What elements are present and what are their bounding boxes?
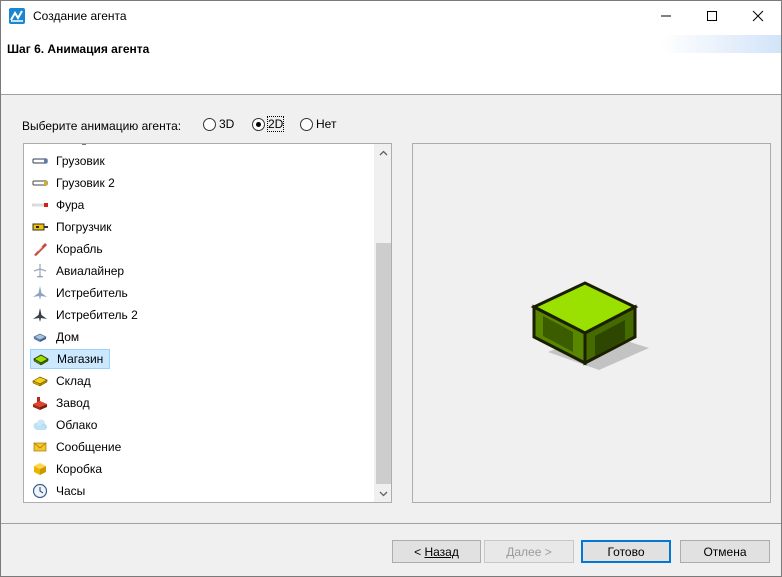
partial-item-icon <box>82 144 86 145</box>
wizard-header: Шаг 6. Анимация агента <box>1 31 781 95</box>
forklift-icon <box>32 219 48 235</box>
list-item-message[interactable]: Сообщение <box>30 437 127 457</box>
animation-preview <box>412 143 771 503</box>
warehouse-icon <box>32 373 48 389</box>
list-item-store[interactable]: Магазин <box>30 349 111 369</box>
next-button[interactable]: Далее > <box>484 540 574 563</box>
cancel-button-label: Отмена <box>703 544 747 559</box>
list-item-box[interactable]: Коробка <box>30 459 108 479</box>
clock-icon <box>32 483 48 499</box>
list-item-label: Истребитель <box>56 286 128 300</box>
animation-choice-label: Выберите анимацию агента: <box>22 119 182 133</box>
app-logo-icon <box>9 8 25 24</box>
radio-2d-label: 2D <box>266 116 285 132</box>
scroll-up-button[interactable] <box>375 144 391 161</box>
list-scrollbar[interactable] <box>374 144 391 502</box>
list-item-house[interactable]: Дом <box>30 327 85 347</box>
agent-animation-list[interactable]: Грузовик Грузовик 2 Фура Погрузчик Кораб… <box>23 143 392 503</box>
dialog-window: Создание агента Шаг 6. Анимация агента В… <box>0 0 782 577</box>
cancel-button[interactable]: Отмена <box>680 540 770 563</box>
radio-2d[interactable]: 2D <box>252 116 285 132</box>
scroll-thumb[interactable] <box>376 243 391 484</box>
box-icon <box>32 461 48 477</box>
back-button-prefix: < <box>414 544 425 559</box>
chevron-up-icon <box>379 150 388 155</box>
back-button-label: Назад <box>424 544 459 559</box>
message-icon <box>32 439 48 455</box>
airliner-icon <box>32 263 48 279</box>
maximize-button[interactable] <box>689 1 735 31</box>
title-bar: Создание агента <box>1 1 781 31</box>
window-title: Создание агента <box>33 9 127 23</box>
minimize-button[interactable] <box>643 1 689 31</box>
next-button-label: Далее > <box>506 544 552 559</box>
finish-button-label: Готово <box>607 544 645 559</box>
list-item-truck[interactable]: Грузовик <box>30 151 111 171</box>
list-item-label: Грузовик <box>56 154 105 168</box>
scroll-down-button[interactable] <box>375 485 391 502</box>
finish-button[interactable]: Готово <box>581 540 671 563</box>
back-button[interactable]: < Назад <box>392 540 481 563</box>
radio-3d[interactable]: 3D <box>203 117 234 131</box>
trailer-truck-icon <box>32 197 48 213</box>
list-item-label: Сообщение <box>56 440 122 454</box>
step-title: Шаг 6. Анимация агента <box>7 42 150 56</box>
radio-3d-label: 3D <box>219 117 235 131</box>
list-item-label: Часы <box>56 484 86 498</box>
list-item-cloud[interactable]: Облако <box>30 415 103 435</box>
list-item-label: Авиалайнер <box>56 264 125 278</box>
factory-icon <box>32 395 48 411</box>
list-item-label: Склад <box>56 374 91 388</box>
list-item-factory[interactable]: Завод <box>30 393 96 413</box>
radio-none-label: Нет <box>316 117 337 131</box>
list-item-label: Погрузчик <box>56 220 112 234</box>
list-item-clock[interactable]: Часы <box>30 481 91 501</box>
chevron-down-icon <box>379 491 388 496</box>
fighter-jet-icon <box>32 285 48 301</box>
cloud-icon <box>32 417 48 433</box>
list-item-ship[interactable]: Корабль <box>30 239 109 259</box>
close-button[interactable] <box>735 1 781 31</box>
house-icon <box>32 329 48 345</box>
list-item-warehouse[interactable]: Склад <box>30 371 97 391</box>
truck-icon <box>32 153 48 169</box>
radio-3d-circle[interactable] <box>203 117 216 131</box>
footer-divider <box>1 523 781 524</box>
fighter-jet2-icon <box>32 307 48 323</box>
list-item-label: Коробка <box>56 462 103 476</box>
radio-none-circle[interactable] <box>300 117 313 131</box>
list-item-label: Корабль <box>56 242 103 256</box>
list-item-forklift[interactable]: Погрузчик <box>30 217 118 237</box>
list-item-fighter[interactable]: Истребитель <box>30 283 134 303</box>
list-item-label: Грузовик 2 <box>56 176 115 190</box>
list-item-truck-2[interactable]: Грузовик 2 <box>30 173 121 193</box>
list-item-fighter-2[interactable]: Истребитель 2 <box>30 305 144 325</box>
list-item-airliner[interactable]: Авиалайнер <box>30 261 130 281</box>
list-item-trailer[interactable]: Фура <box>30 195 90 215</box>
radio-2d-circle[interactable] <box>252 117 265 131</box>
list-item-label: Облако <box>56 418 98 432</box>
header-decoration <box>661 35 781 53</box>
list-item-label: Завод <box>56 396 90 410</box>
radio-none[interactable]: Нет <box>300 117 336 131</box>
list-item-label: Истребитель 2 <box>56 308 138 322</box>
ship-icon <box>32 241 48 257</box>
list-item-label: Фура <box>56 198 85 212</box>
store-preview-icon <box>530 281 649 370</box>
store-icon <box>33 351 49 367</box>
truck2-icon <box>32 175 48 191</box>
list-item-label: Дом <box>56 330 80 344</box>
list-item-label: Магазин <box>57 352 104 366</box>
